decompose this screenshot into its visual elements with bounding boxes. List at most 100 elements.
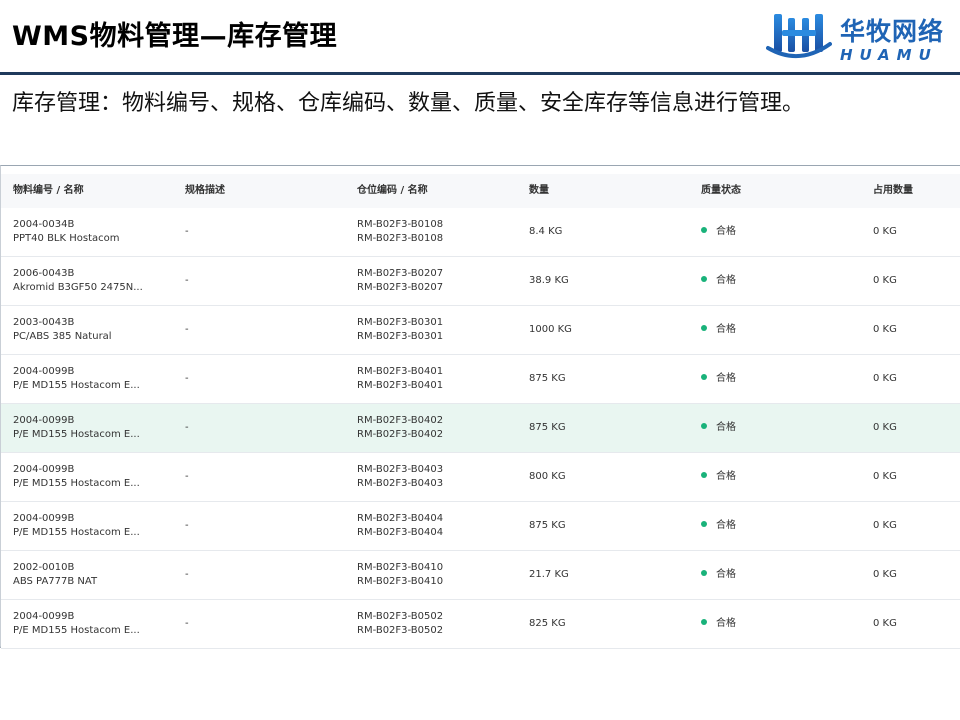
quantity-cell: 875 KG — [529, 422, 566, 433]
material-code: 2004-0099B — [13, 611, 75, 622]
spec-cell: - — [185, 324, 189, 335]
quality-cell: 合格 — [701, 257, 861, 305]
quality-cell: 合格 — [701, 208, 861, 256]
location-code: RM-B02F3-B0410 — [357, 562, 444, 573]
spec-cell: - — [185, 471, 189, 482]
quantity-cell: 875 KG — [529, 373, 566, 384]
company-logo: 华牧网络 HUAMU — [766, 8, 952, 64]
material-name: PC/ABS 385 Natural — [13, 331, 112, 342]
material-name: Akromid B3GF50 2475N... — [13, 282, 143, 293]
material-code: 2002-0010B — [13, 562, 75, 573]
slide-header: WMS物料管理—库存管理 华牧网络 HUAMU — [0, 0, 960, 72]
column-header-material[interactable]: 物料编号 / 名称 — [13, 174, 178, 208]
material-name: P/E MD155 Hostacom E... — [13, 625, 140, 636]
quality-cell: 合格 — [701, 502, 861, 550]
spec-cell: - — [185, 226, 189, 237]
material-cell: 2004-0034B PPT40 BLK Hostacom — [13, 208, 178, 256]
quantity-cell: 21.7 KG — [529, 569, 569, 580]
table-row[interactable]: 2004-0099B P/E MD155 Hostacom E... - RM-B02… — [1, 453, 960, 502]
occupied-cell: 0 KG — [873, 569, 897, 580]
location-code: RM-B02F3-B0401 — [357, 366, 444, 377]
location-name: RM-B02F3-B0301 — [357, 331, 444, 342]
table-row[interactable]: 2004-0034B PPT40 BLK Hostacom - RM-B02F3-B0… — [1, 208, 960, 257]
status-dot-icon — [701, 423, 707, 429]
material-name: P/E MD155 Hostacom E... — [13, 527, 140, 538]
quantity-cell: 38.9 KG — [529, 275, 569, 286]
spec-cell: - — [185, 422, 189, 433]
material-name: P/E MD155 Hostacom E... — [13, 429, 140, 440]
material-code: 2004-0099B — [13, 415, 75, 426]
table-row[interactable]: 2004-0099B P/E MD155 Hostacom E... - RM-B02… — [1, 502, 960, 551]
material-name: P/E MD155 Hostacom E... — [13, 380, 140, 391]
status-dot-icon — [701, 521, 707, 527]
occupied-cell: 0 KG — [873, 471, 897, 482]
material-code: 2006-0043B — [13, 268, 75, 279]
spec-cell: - — [185, 569, 189, 580]
inventory-table: 物料编号 / 名称 规格描述 仓位编码 / 名称 数量 质量状态 占用数量 20… — [0, 165, 960, 649]
occupied-cell: 0 KG — [873, 520, 897, 531]
occupied-cell: 0 KG — [873, 226, 897, 237]
status-dot-icon — [701, 619, 707, 625]
header-divider — [0, 72, 960, 75]
spec-cell: - — [185, 275, 189, 286]
quality-status: 合格 — [716, 324, 736, 335]
location-cell: RM-B02F3-B0402 RM-B02F3-B0402 — [357, 404, 517, 452]
location-code: RM-B02F3-B0403 — [357, 464, 444, 475]
quality-status: 合格 — [716, 471, 736, 482]
material-cell: 2003-0043B PC/ABS 385 Natural — [13, 306, 178, 354]
location-name: RM-B02F3-B0108 — [357, 233, 444, 244]
location-cell: RM-B02F3-B0403 RM-B02F3-B0403 — [357, 453, 517, 501]
huamu-logo-icon — [766, 14, 832, 59]
quality-cell: 合格 — [701, 600, 861, 648]
location-code: RM-B02F3-B0404 — [357, 513, 444, 524]
material-code: 2004-0099B — [13, 513, 75, 524]
quality-status: 合格 — [716, 569, 736, 580]
table-row[interactable]: 2002-0010B ABS PA777B NAT - RM-B02F3-B0410 R… — [1, 551, 960, 600]
material-cell: 2002-0010B ABS PA777B NAT — [13, 551, 178, 599]
quantity-cell: 1000 KG — [529, 324, 572, 335]
material-code: 2004-0034B — [13, 219, 75, 230]
table-row[interactable]: 2006-0043B Akromid B3GF50 2475N... - RM-B02… — [1, 257, 960, 306]
occupied-cell: 0 KG — [873, 373, 897, 384]
material-code: 2003-0043B — [13, 317, 75, 328]
logo-text-cn: 华牧网络 — [840, 17, 945, 46]
slide-description: 库存管理：物料编号、规格、仓库编码、数量、质量、安全库存等信息进行管理。 — [12, 91, 805, 116]
table-row[interactable]: 2004-0099B P/E MD155 Hostacom E... - RM-B02… — [1, 355, 960, 404]
location-code: RM-B02F3-B0301 — [357, 317, 444, 328]
status-dot-icon — [701, 276, 707, 282]
quantity-cell: 875 KG — [529, 520, 566, 531]
material-code: 2004-0099B — [13, 464, 75, 475]
status-dot-icon — [701, 472, 707, 478]
quality-status: 合格 — [716, 520, 736, 531]
column-header-quantity[interactable]: 数量 — [529, 174, 689, 208]
status-dot-icon — [701, 227, 707, 233]
quality-cell: 合格 — [701, 453, 861, 501]
material-name: P/E MD155 Hostacom E... — [13, 478, 140, 489]
spec-cell: - — [185, 373, 189, 384]
quality-status: 合格 — [716, 226, 736, 237]
column-header-spec[interactable]: 规格描述 — [185, 174, 345, 208]
quantity-cell: 825 KG — [529, 618, 566, 629]
location-name: RM-B02F3-B0410 — [357, 576, 444, 587]
logo-text-en: HUAMU — [840, 46, 938, 64]
occupied-cell: 0 KG — [873, 324, 897, 335]
table-header: 物料编号 / 名称 规格描述 仓位编码 / 名称 数量 质量状态 占用数量 — [1, 174, 960, 209]
column-header-quality[interactable]: 质量状态 — [701, 174, 861, 208]
location-cell: RM-B02F3-B0410 RM-B02F3-B0410 — [357, 551, 517, 599]
material-cell: 2004-0099B P/E MD155 Hostacom E... — [13, 502, 178, 550]
column-header-location[interactable]: 仓位编码 / 名称 — [357, 174, 517, 208]
quality-cell: 合格 — [701, 306, 861, 354]
location-cell: RM-B02F3-B0108 RM-B02F3-B0108 — [357, 208, 517, 256]
table-row[interactable]: 2004-0099B P/E MD155 Hostacom E... - RM-B02… — [1, 404, 960, 453]
table-row[interactable]: 2003-0043B PC/ABS 385 Natural - RM-B02F3-B0… — [1, 306, 960, 355]
material-name: PPT40 BLK Hostacom — [13, 233, 120, 244]
table-row[interactable]: 2004-0099B P/E MD155 Hostacom E... - RM-B02… — [1, 600, 960, 649]
quantity-cell: 800 KG — [529, 471, 566, 482]
location-code: RM-B02F3-B0502 — [357, 611, 444, 622]
status-dot-icon — [701, 374, 707, 380]
table-body: 2004-0034B PPT40 BLK Hostacom - RM-B02F3-B0… — [1, 208, 960, 649]
location-cell: RM-B02F3-B0502 RM-B02F3-B0502 — [357, 600, 517, 648]
material-cell: 2004-0099B P/E MD155 Hostacom E... — [13, 355, 178, 403]
column-header-occupied[interactable]: 占用数量 — [873, 174, 953, 208]
quality-status: 合格 — [716, 422, 736, 433]
